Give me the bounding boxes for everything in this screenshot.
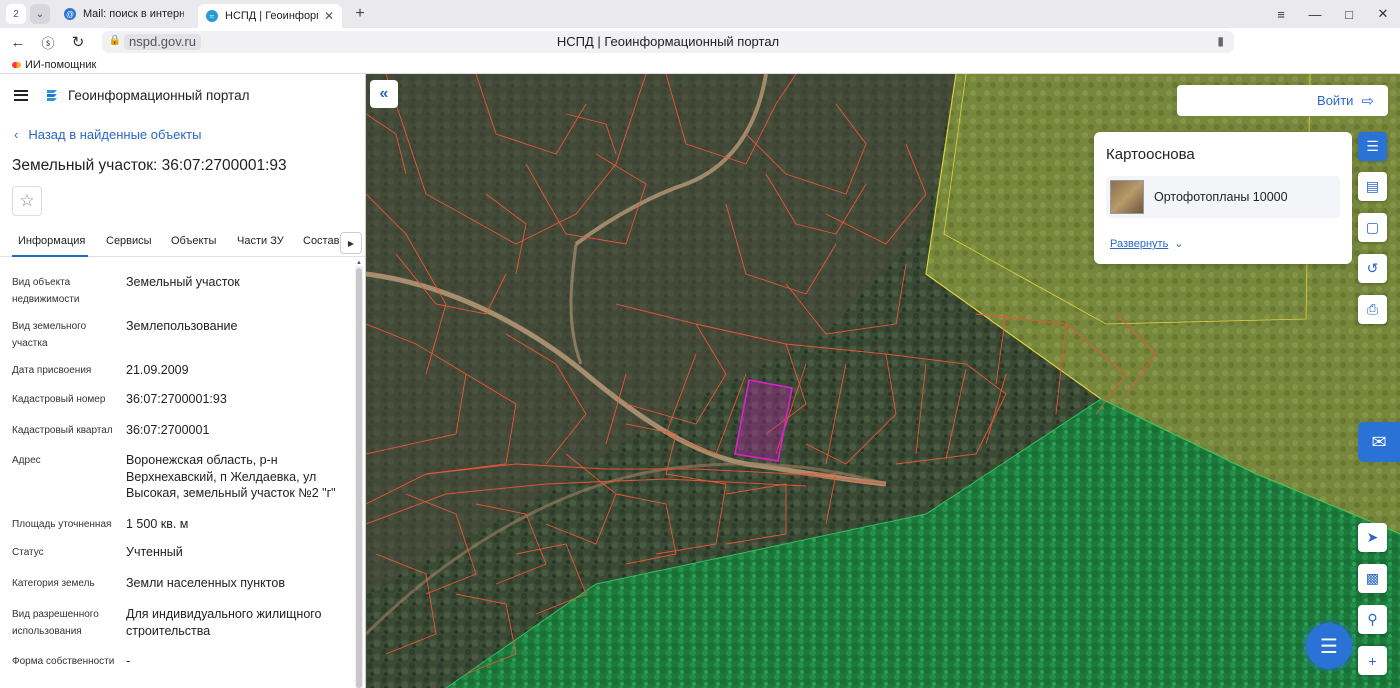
basemap-title: Картооснова: [1106, 146, 1195, 163]
close-icon[interactable]: ✕: [324, 9, 334, 23]
basemap-item[interactable]: Ортофотопланы 10000: [1106, 176, 1340, 218]
mail-icon: @: [64, 8, 76, 20]
back-arrow-icon[interactable]: ←: [6, 34, 30, 51]
row-label: Кадастровый квартал: [12, 425, 113, 436]
row-value: 21.09.2009: [126, 363, 189, 377]
select-area-icon[interactable]: ▢: [1358, 213, 1387, 242]
row-value: Земельный участок: [126, 275, 240, 289]
row-value: Учтенный: [126, 545, 183, 559]
tab-title: НСПД | Геоинформацио: [225, 10, 318, 22]
row-value: Воронежская область, р-н Верхнехавский, …: [126, 453, 336, 500]
row-label: Адрес: [12, 455, 41, 466]
row-value: -: [126, 654, 131, 668]
panel-header: Геоинформационный портал: [0, 74, 365, 116]
login-label: Войти: [1317, 93, 1354, 108]
portal-logo-icon: [47, 90, 57, 101]
tab-counter[interactable]: 2: [6, 4, 26, 24]
tabs-scroll-right-icon[interactable]: ▶: [340, 232, 362, 254]
browser-tabbar: 2 ⌄ @ Mail: поиск в интернете ≈ НСПД | Г…: [0, 0, 1400, 28]
print-icon[interactable]: ⎙: [1358, 295, 1387, 324]
bookmarks-bar: ИИ-помощник: [0, 56, 1400, 74]
window-controls: ≡ — □ ✕: [1264, 0, 1400, 28]
collapse-panel-button[interactable]: «: [370, 80, 398, 108]
back-to-results-link[interactable]: ‹ Назад в найденные объекты: [14, 127, 201, 142]
expand-label: Развернуть: [1110, 238, 1169, 250]
chat-bubble-icon[interactable]: ☰: [1306, 623, 1352, 669]
plus-icon[interactable]: +: [350, 5, 370, 23]
close-window-icon[interactable]: ✕: [1366, 6, 1400, 22]
row-value: 36:07:2700001:93: [126, 392, 227, 406]
row-label: Вид земельного участка: [12, 321, 87, 349]
panel-tabs: Информация Сервисы Объекты Части ЗУ Сост…: [0, 229, 365, 257]
login-button[interactable]: Войти ⇨: [1177, 85, 1388, 116]
geolocation-icon[interactable]: ➤: [1358, 523, 1387, 552]
chevron-down-icon[interactable]: ⌄: [30, 4, 50, 24]
row-label: Форма собственности: [12, 656, 115, 667]
maximize-icon[interactable]: □: [1332, 7, 1366, 22]
row-value: 36:07:2700001: [126, 423, 210, 437]
expand-basemaps-link[interactable]: Развернуть ⌄: [1110, 237, 1184, 250]
basemap-item-name: Ортофотопланы 10000: [1154, 190, 1288, 204]
bookmark-icon[interactable]: ▮: [1217, 34, 1224, 48]
chevron-left-icon: ‹: [14, 127, 19, 142]
orthophoto-thumbnail: [1110, 180, 1144, 214]
basemap-card: Картооснова Ортофотопланы 10000 Разверну…: [1094, 132, 1352, 264]
chevron-down-icon: ⌄: [1174, 238, 1184, 250]
row-label: Дата присвоения: [12, 365, 92, 376]
row-label: Площадь уточненная: [12, 519, 112, 530]
ruler-icon[interactable]: ▤: [1358, 172, 1387, 201]
tab-composition[interactable]: Состав: [303, 235, 339, 247]
tab-information[interactable]: Информация: [18, 235, 85, 247]
url-page-title: НСПД | Геоинформационный портал: [556, 34, 780, 49]
ai-assistant-icon: [12, 61, 21, 68]
row-value: 1 500 кв. м: [126, 517, 189, 531]
browser-tab-nspd[interactable]: ≈ НСПД | Геоинформацио ✕: [198, 4, 342, 28]
row-value: Для индивидуального жилищного строительс…: [126, 607, 322, 638]
chat-panel-icon[interactable]: ✉: [1358, 422, 1400, 462]
url-bar[interactable]: 🔒 nspd.gov.ru НСПД | Геоинформационный п…: [102, 31, 1234, 53]
row-label: Категория земель: [12, 578, 95, 589]
bookmark-ai-assistant[interactable]: ИИ-помощник: [25, 59, 96, 71]
reload-icon[interactable]: ↻: [66, 33, 90, 51]
map-view[interactable]: « Войти ⇨ Картооснова Ортофотопланы 1000…: [366, 74, 1400, 688]
tab-parts[interactable]: Части ЗУ: [237, 235, 284, 247]
active-tab-indicator: [12, 255, 88, 257]
menu-icon[interactable]: ≡: [1264, 7, 1298, 22]
tab-services[interactable]: Сервисы: [106, 235, 152, 247]
hamburger-menu-icon[interactable]: [14, 89, 28, 101]
zoom-in-icon[interactable]: +: [1358, 646, 1387, 675]
address-bar-row: ← ⓢ ↻ 🔒 nspd.gov.ru НСПД | Геоинформацио…: [0, 28, 1400, 78]
tab-objects[interactable]: Объекты: [171, 235, 216, 247]
object-info-panel: Геоинформационный портал ‹ Назад в найден…: [0, 74, 366, 688]
object-title: Земельный участок: 36:07:2700001:93: [12, 157, 287, 174]
row-value: Землепользование: [126, 319, 238, 333]
layers-icon[interactable]: ☰: [1358, 132, 1387, 161]
nspd-icon: ≈: [206, 10, 218, 22]
portal-name: Геоинформационный портал: [68, 87, 250, 103]
row-label: Кадастровый номер: [12, 394, 106, 405]
search-location-icon[interactable]: ⚲: [1358, 605, 1387, 634]
minimap-icon[interactable]: ▩: [1358, 564, 1387, 593]
share-icon[interactable]: ↺: [1358, 254, 1387, 283]
row-value: Земли населенных пунктов: [126, 576, 285, 590]
tab-title: Mail: поиск в интернете: [83, 8, 184, 20]
back-link-label: Назад в найденные объекты: [28, 127, 202, 142]
minimize-icon[interactable]: —: [1298, 7, 1332, 22]
row-label: Вид объекта недвижимости: [12, 277, 80, 305]
scrollbar-thumb[interactable]: [356, 268, 362, 688]
yandex-icon[interactable]: ⓢ: [36, 33, 60, 52]
favorite-star-icon[interactable]: ☆: [12, 186, 42, 216]
row-label: Вид разрешенного использования: [12, 609, 99, 637]
login-icon: ⇨: [1361, 92, 1374, 110]
browser-tab-mail[interactable]: @ Mail: поиск в интернете: [56, 2, 192, 26]
row-label: Статус: [12, 547, 44, 558]
panel-scrollbar[interactable]: [355, 266, 363, 688]
